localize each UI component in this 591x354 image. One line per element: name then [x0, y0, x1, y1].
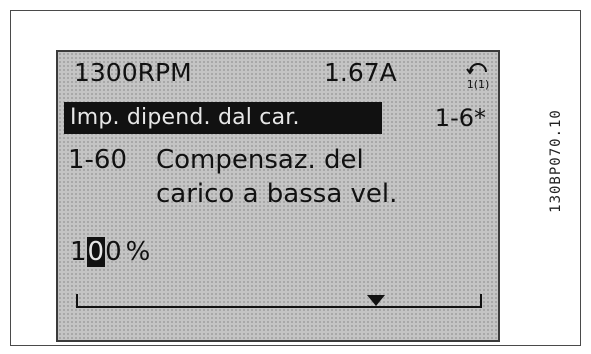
parameter-group-title: Imp. dipend. dal car.	[64, 102, 382, 134]
parameter-value-line[interactable]: 100%	[58, 237, 498, 271]
speed-readout: 1300RPM	[74, 58, 192, 87]
value-cursor-digit[interactable]: 0	[86, 237, 106, 267]
parameter-number: 1-60	[68, 145, 128, 175]
figure-code-label: 130BP070.10	[548, 109, 564, 213]
parameter-name-line-2: carico a bassa vel.	[156, 179, 398, 209]
value-prefix: 1	[70, 237, 87, 267]
parameter-group-bar: Imp. dipend. dal car. 1-6*	[58, 102, 498, 134]
parameter-name-line-1: Compensaz. del	[156, 145, 364, 175]
parameter-group-code: 1-6*	[434, 104, 486, 132]
parameter-value[interactable]: 100%	[70, 237, 150, 267]
figure-code: 130BP070.10	[545, 51, 567, 271]
menu-icon-number: 1(1)	[467, 78, 490, 90]
slider-marker-icon	[367, 295, 386, 306]
quick-menu-icon: 1(1)	[466, 63, 490, 90]
lcd-display: 1300RPM 1.67A 1(1) Imp. dipend. dal car.…	[56, 50, 500, 342]
slider-track	[76, 306, 482, 308]
value-unit: %	[125, 237, 151, 267]
figure-frame: 1300RPM 1.67A 1(1) Imp. dipend. dal car.…	[10, 10, 581, 346]
current-readout: 1.67A	[324, 58, 397, 87]
value-suffix: 0	[105, 237, 122, 267]
status-line: 1300RPM 1.67A 1(1)	[58, 58, 498, 92]
slider-right-tick	[480, 294, 482, 308]
value-slider	[76, 294, 482, 308]
